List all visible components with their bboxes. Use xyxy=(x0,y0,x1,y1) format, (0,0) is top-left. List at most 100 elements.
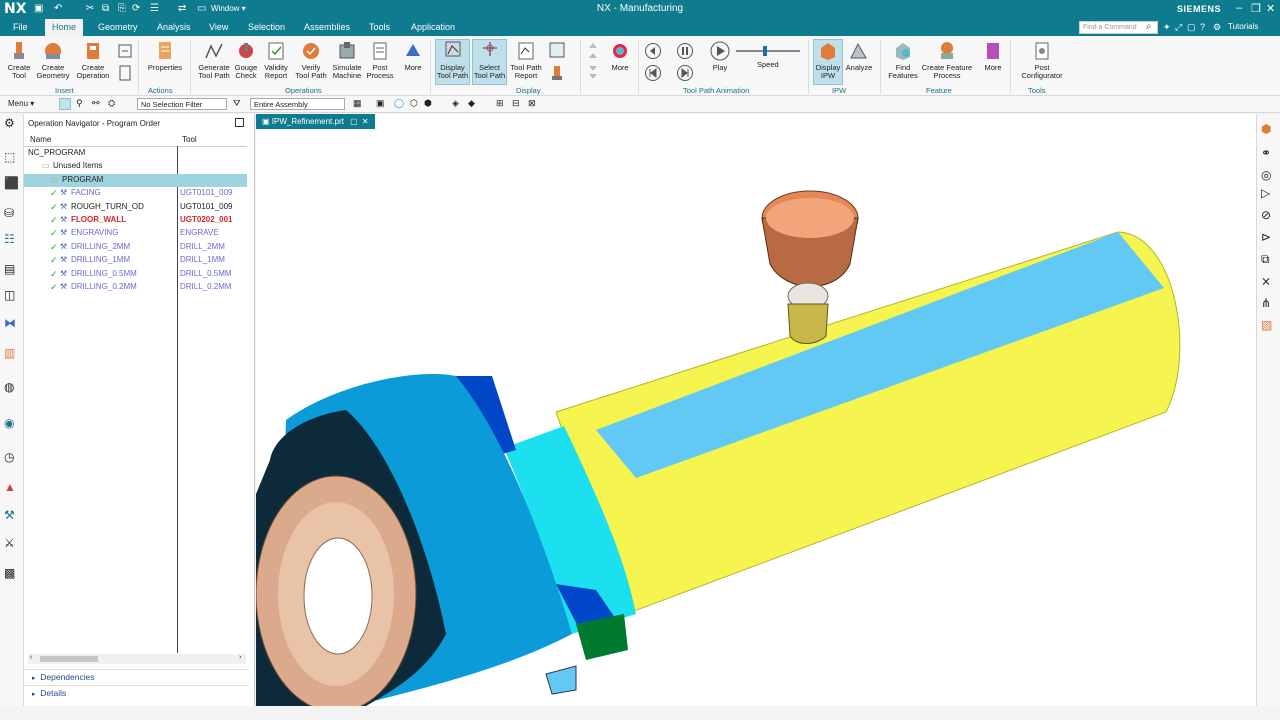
post-configurator-button[interactable]: Post Configurator xyxy=(1014,40,1070,80)
settings-icon[interactable]: ⚙ xyxy=(4,116,20,132)
roles-icon[interactable]: ▩ xyxy=(4,566,20,582)
window-icon[interactable]: ▭ xyxy=(197,3,206,14)
menu-analysis[interactable]: Analysis xyxy=(157,22,191,32)
manufacturing-wizards-icon[interactable]: ⚔ xyxy=(4,536,20,552)
process-studio-icon[interactable]: ⚒ xyxy=(4,508,20,524)
small-clamp[interactable] xyxy=(545,665,577,695)
minimize-button[interactable]: – xyxy=(1236,2,1242,14)
simulate-machine-button[interactable]: Simulate Machine xyxy=(330,40,364,80)
select-icon[interactable] xyxy=(59,98,71,110)
maximize-panel-icon[interactable] xyxy=(235,118,244,127)
clock-icon[interactable]: ◷ xyxy=(4,450,20,466)
table-row[interactable]: ✓ ⚒ ROUGH_TURN_OD UGT0101_009 xyxy=(24,201,247,214)
delete-icon[interactable]: ⨯ xyxy=(1261,274,1277,290)
document-tab[interactable]: ▣ IPW_Refinement.prt ▢ ✕ xyxy=(256,114,375,129)
post-process-button[interactable]: Post Process xyxy=(366,40,394,80)
tool-color-icon[interactable] xyxy=(550,64,564,82)
pause-icon[interactable] xyxy=(676,42,694,60)
move-up-down-icon[interactable] xyxy=(587,40,599,80)
selection-filter-dropdown[interactable]: No Selection Filter xyxy=(137,98,227,110)
scrollbar-thumb[interactable] xyxy=(40,656,98,662)
snap-mid-icon[interactable]: ⬢ xyxy=(424,98,432,109)
menu-assemblies[interactable]: Assemblies xyxy=(304,22,350,32)
step-back-icon[interactable] xyxy=(644,42,662,60)
table-row[interactable]: NC_PROGRAM xyxy=(24,147,247,160)
column-header-name[interactable]: Name xyxy=(30,135,51,144)
operations-more-button[interactable]: More xyxy=(400,40,426,72)
help-icon[interactable]: ? xyxy=(1200,22,1205,32)
show-hide-icon[interactable]: ⚭ xyxy=(1261,146,1277,162)
analyze-button[interactable]: Analyze xyxy=(844,40,874,72)
select-filter-icon[interactable]: ⛭ xyxy=(108,98,115,109)
filter-icon[interactable]: ⛛ xyxy=(233,98,241,109)
create-operation-button[interactable]: Create Operation xyxy=(73,40,113,80)
assembly-scope-dropdown[interactable]: Entire Assembly xyxy=(250,98,345,110)
tutorials-link[interactable]: Tutorials xyxy=(1228,22,1258,31)
menu-view[interactable]: View xyxy=(209,22,228,32)
operation-navigator-icon[interactable]: ☷ xyxy=(4,232,20,248)
repeat-command-icon[interactable]: ⟳ xyxy=(132,3,140,14)
table-row[interactable]: ✓ ⚒ FACING UGT0101_009 xyxy=(24,187,247,200)
part-navigator-icon[interactable]: ⬚ xyxy=(4,150,20,166)
create-geometry-button[interactable]: Create Geometry xyxy=(35,40,71,80)
hide-icon[interactable]: ⊘ xyxy=(1261,208,1277,224)
hd3d-tools-icon[interactable]: ▥ xyxy=(4,346,20,362)
column-header-tool[interactable]: Tool xyxy=(182,135,197,144)
table-row[interactable]: ▭ PROGRAM xyxy=(24,173,247,187)
table-row[interactable]: ✓ ⚒ DRILLING_1MM DRILL_1MM xyxy=(24,254,247,267)
close-button[interactable]: ✕ xyxy=(1266,2,1275,15)
scroll-right-icon[interactable]: › xyxy=(239,654,241,661)
menu-selection[interactable]: Selection xyxy=(248,22,285,32)
display-tool-path-button[interactable]: Display Tool Path xyxy=(435,39,470,85)
dependencies-panel[interactable]: ▸ Dependencies xyxy=(32,672,252,682)
paste-icon[interactable]: ⎘ xyxy=(118,3,126,14)
snap-circle-icon[interactable]: ◯ xyxy=(394,98,404,109)
graphics-window[interactable] xyxy=(256,114,1256,706)
touch-mode-icon[interactable]: ☰ xyxy=(150,3,159,14)
create-method-icon[interactable] xyxy=(116,42,134,60)
gouge-check-button[interactable]: Gouge Check xyxy=(233,40,259,80)
search-icon[interactable]: ⌕ xyxy=(1146,21,1152,32)
menu-geometry[interactable]: Geometry xyxy=(98,22,138,32)
redo-icon[interactable]: ⇄ xyxy=(178,3,186,14)
snap-icon[interactable]: ▦ xyxy=(353,98,362,109)
forward-icon[interactable]: ⊳ xyxy=(1261,230,1277,246)
tab-menu-icon[interactable]: ▢ xyxy=(350,117,358,126)
window-menu[interactable]: Window ▾ xyxy=(211,4,246,13)
verify-tool-path-button[interactable]: Verify Tool Path xyxy=(294,40,328,80)
table-row[interactable]: ▭ Unused Items xyxy=(24,160,247,173)
system-materials-icon[interactable]: ▲ xyxy=(4,480,20,496)
layer-icon[interactable]: ⊟ xyxy=(512,98,520,109)
table-row[interactable]: ✓ ⚒ DRILLING_0.5MM DRILL_0.5MM xyxy=(24,268,247,281)
restore-button[interactable]: ❐ xyxy=(1251,2,1261,15)
properties-button[interactable]: Properties xyxy=(145,40,185,72)
clear-icon[interactable]: ⊠ xyxy=(528,98,536,109)
undo-icon[interactable]: ↶ xyxy=(54,3,62,14)
speed-slider[interactable] xyxy=(736,46,800,56)
tool-holder-face[interactable] xyxy=(766,198,854,238)
view-visibility-icon[interactable]: ◎ xyxy=(1261,168,1277,184)
drill-bit[interactable] xyxy=(787,303,829,344)
settings-icon[interactable]: ⚙ xyxy=(1213,22,1221,33)
tree-icon[interactable]: ⋔ xyxy=(1261,296,1277,312)
play-button[interactable]: Play xyxy=(706,40,734,72)
tool-display-icon[interactable] xyxy=(548,41,566,59)
table-row[interactable]: ✓ ⚒ ENGRAVING ENGRAVE xyxy=(24,227,247,240)
scroll-left-icon[interactable]: ‹ xyxy=(30,654,32,661)
bore-hole[interactable] xyxy=(303,537,373,655)
generate-tool-path-button[interactable]: Generate Tool Path xyxy=(195,40,233,80)
menu-file[interactable]: File xyxy=(13,22,28,32)
fast-forward-icon[interactable] xyxy=(676,64,694,82)
cut-icon[interactable]: ✂ xyxy=(86,3,94,14)
workplane-icon[interactable]: ⊞ xyxy=(496,98,504,109)
history-icon[interactable]: ◉ xyxy=(4,416,20,432)
feature-navigator-icon[interactable]: ◫ xyxy=(4,288,20,304)
create-feature-process-button[interactable]: Create Feature Process xyxy=(920,40,974,80)
create-program-icon[interactable] xyxy=(116,64,134,82)
assembly-navigator-icon[interactable]: ⬛ xyxy=(4,176,20,192)
table-row[interactable]: ✓ ⚒ DRILLING_0.2MM DRILL_0.2MM xyxy=(24,281,247,294)
rewind-icon[interactable] xyxy=(644,64,662,82)
snap-point-icon[interactable]: ▣ xyxy=(376,98,385,109)
table-row[interactable]: ✓ ⚒ DRILLING_2MM DRILL_2MM xyxy=(24,241,247,254)
copy-display-icon[interactable]: ⧉ xyxy=(1261,252,1277,268)
